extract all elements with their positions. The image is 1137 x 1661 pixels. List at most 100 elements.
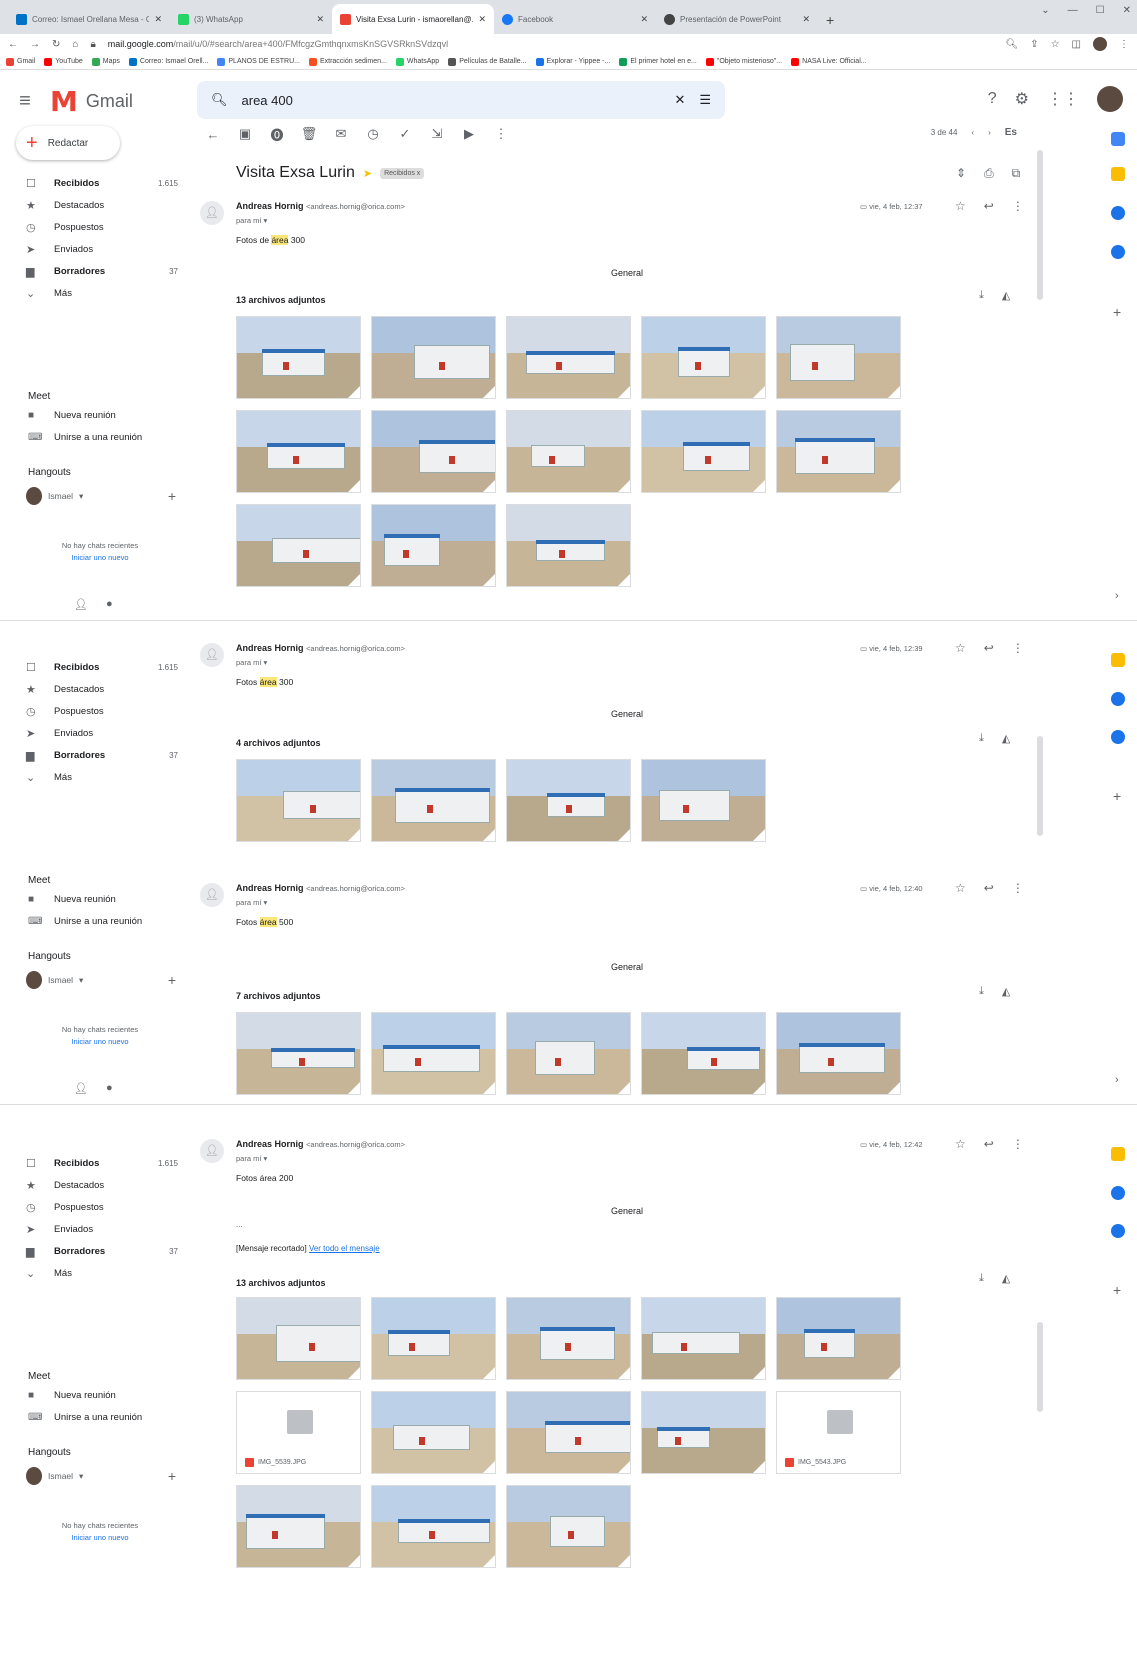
bookmark-item[interactable]: Extracción sedimen... bbox=[308, 57, 387, 66]
inbox-label-chip[interactable]: Recibidos x bbox=[380, 167, 425, 179]
bookmark-item[interactable]: Películas de Batalle... bbox=[448, 57, 527, 66]
attachment-thumbnail[interactable] bbox=[236, 410, 361, 493]
star-icon[interactable]: ☆ bbox=[955, 641, 966, 655]
tasks-icon[interactable] bbox=[1111, 692, 1125, 706]
view-entire-message-link[interactable]: Ver todo el mensaje bbox=[309, 1244, 380, 1253]
tab-search-icon[interactable]: ⌄ bbox=[1041, 5, 1049, 16]
attachment-thumbnail[interactable] bbox=[371, 410, 496, 493]
sidebar-item-borradores[interactable]: ▆ Borradores 37 bbox=[26, 744, 178, 766]
scrollbar-thumb[interactable] bbox=[1037, 150, 1043, 300]
sidebar-item-borradores[interactable]: ▆ Borradores 37 bbox=[26, 260, 178, 282]
more-icon[interactable]: ⋮ bbox=[1012, 1137, 1024, 1151]
person-icon[interactable]: 👤︎ bbox=[74, 598, 88, 611]
sidebar-item-destacados[interactable]: ★ Destacados bbox=[26, 194, 178, 216]
close-icon[interactable]: ✕ bbox=[802, 14, 810, 25]
download-all-icon[interactable]: ⤓ bbox=[979, 985, 984, 998]
scrollbar-thumb[interactable] bbox=[1037, 1322, 1043, 1412]
attachment-thumbnail[interactable] bbox=[371, 504, 496, 587]
attachment-thumbnail[interactable] bbox=[641, 1297, 766, 1380]
close-icon[interactable]: ✕ bbox=[478, 14, 486, 25]
start-chat-link[interactable]: Iniciar uno nuevo bbox=[0, 552, 200, 564]
browser-tab[interactable]: Correo: Ismael Orellana Mesa - O ✕ bbox=[8, 4, 170, 34]
keep-icon[interactable] bbox=[1111, 653, 1125, 667]
sender-line[interactable]: Andreas Hornig <andreas.hornig@orica.com… bbox=[236, 643, 405, 653]
sidebar-item-ms[interactable]: ⌄ Más bbox=[26, 1262, 178, 1284]
sender-avatar[interactable]: 👤︎ bbox=[200, 883, 224, 907]
recipient-line[interactable]: para mí ▾ bbox=[236, 658, 267, 667]
mark-unread-icon[interactable]: ✉ bbox=[325, 126, 357, 142]
zoom-icon[interactable]: 🔍︎ bbox=[1005, 39, 1018, 50]
chat-bubble-icon[interactable]: ● bbox=[106, 598, 113, 611]
attachment-thumbnail[interactable] bbox=[371, 1391, 496, 1474]
report-spam-icon[interactable]: ⓿ bbox=[261, 125, 293, 144]
bookmark-item[interactable]: WhatsApp bbox=[395, 57, 439, 66]
contacts-icon[interactable] bbox=[1111, 730, 1125, 744]
share-icon[interactable]: ⇪ bbox=[1030, 39, 1038, 50]
hangouts-user[interactable]: Ismael ▾ + bbox=[26, 487, 176, 505]
help-icon[interactable]: ? bbox=[988, 90, 997, 108]
sidebar-item-borradores[interactable]: ▆ Borradores 37 bbox=[26, 1240, 178, 1262]
bookmark-item[interactable]: Maps bbox=[91, 57, 120, 66]
contacts-icon[interactable] bbox=[1111, 1224, 1125, 1238]
attachment-thumbnail[interactable] bbox=[236, 1012, 361, 1095]
person-icon[interactable]: 👤︎ bbox=[74, 1082, 88, 1095]
new-window-icon[interactable]: ⧉ bbox=[1012, 166, 1021, 181]
sidebar-item-ms[interactable]: ⌄ Más bbox=[26, 282, 178, 304]
sidebar-item-pospuestos[interactable]: ◷ Pospuestos bbox=[26, 216, 178, 238]
sender-avatar[interactable]: 👤︎ bbox=[200, 643, 224, 667]
sender-avatar[interactable]: 👤︎ bbox=[200, 201, 224, 225]
attachment-thumbnail[interactable] bbox=[506, 316, 631, 399]
settings-gear-icon[interactable]: ⚙ bbox=[1015, 89, 1029, 109]
sidebar-item-pospuestos[interactable]: ◷ Pospuestos bbox=[26, 700, 178, 722]
reply-icon[interactable]: ↩ bbox=[984, 641, 994, 655]
add-task-icon[interactable]: ✓ bbox=[389, 126, 421, 142]
keep-icon[interactable] bbox=[1111, 1147, 1125, 1161]
add-addon-icon[interactable]: + bbox=[1113, 1282, 1121, 1298]
back-arrow-icon[interactable]: ← bbox=[197, 127, 229, 142]
close-icon[interactable]: ✕ bbox=[154, 14, 162, 25]
sidebar-item-ms[interactable]: ⌄ Más bbox=[26, 766, 178, 788]
apps-grid-icon[interactable]: ⋮⋮ bbox=[1047, 89, 1079, 109]
recipient-line[interactable]: para mí ▾ bbox=[236, 1154, 267, 1163]
search-bar[interactable]: 🔍︎ area 400 ✕ ☰ bbox=[197, 81, 725, 119]
add-addon-icon[interactable]: + bbox=[1113, 788, 1121, 804]
download-all-icon[interactable]: ⤓ bbox=[979, 289, 984, 302]
tasks-icon[interactable] bbox=[1111, 1186, 1125, 1200]
start-chat-link[interactable]: Iniciar uno nuevo bbox=[0, 1036, 200, 1048]
sidebar-item-enviados[interactable]: ➤ Enviados bbox=[26, 238, 178, 260]
star-icon[interactable]: ☆ bbox=[955, 881, 966, 895]
sidebar-item-destacados[interactable]: ★ Destacados bbox=[26, 1174, 178, 1196]
input-tools-lang[interactable]: Es bbox=[1005, 127, 1017, 138]
attachment-thumbnail[interactable] bbox=[371, 316, 496, 399]
join-meeting-link[interactable]: ⌨ Unirse a una reunión bbox=[28, 916, 142, 927]
bookmark-item[interactable]: El primer hotel en e... bbox=[619, 57, 697, 66]
maximize-icon[interactable]: ☐ bbox=[1096, 5, 1105, 16]
browser-tab[interactable]: Facebook ✕ bbox=[494, 4, 656, 34]
attachment-thumbnail[interactable] bbox=[371, 1485, 496, 1568]
sender-avatar[interactable]: 👤︎ bbox=[200, 1139, 224, 1163]
attachment-thumbnail[interactable] bbox=[236, 1485, 361, 1568]
clear-search-icon[interactable]: ✕ bbox=[674, 92, 685, 108]
add-chat-icon[interactable]: + bbox=[168, 1468, 176, 1484]
more-icon[interactable]: ⋮ bbox=[1012, 199, 1024, 213]
add-to-drive-icon[interactable]: ◭ bbox=[1002, 1272, 1010, 1285]
scrollbar-thumb[interactable] bbox=[1037, 736, 1043, 836]
attachment-thumbnail[interactable] bbox=[236, 316, 361, 399]
attachment-thumbnail[interactable] bbox=[776, 1297, 901, 1380]
add-to-drive-icon[interactable]: ◭ bbox=[1002, 289, 1010, 302]
add-to-drive-icon[interactable]: ◭ bbox=[1002, 732, 1010, 745]
close-icon[interactable]: ✕ bbox=[316, 14, 324, 25]
profile-icon[interactable] bbox=[1093, 37, 1107, 51]
sidebar-item-enviados[interactable]: ➤ Enviados bbox=[26, 722, 178, 744]
download-all-icon[interactable]: ⤓ bbox=[979, 732, 984, 745]
attachment-thumbnail[interactable] bbox=[236, 1297, 361, 1380]
hamburger-menu-icon[interactable]: ≡ bbox=[0, 90, 50, 113]
attachment-thumbnail[interactable] bbox=[776, 1012, 901, 1095]
bookmark-item[interactable]: PLANOS DE ESTRU... bbox=[217, 57, 300, 66]
trimmed-ellipsis[interactable]: ... bbox=[236, 1220, 243, 1229]
attachment-thumbnail[interactable] bbox=[506, 1297, 631, 1380]
attachment-thumbnail[interactable] bbox=[776, 316, 901, 399]
attachment-thumbnail[interactable] bbox=[641, 1391, 766, 1474]
calendar-icon[interactable] bbox=[1111, 132, 1125, 146]
more-icon[interactable]: ⋮ bbox=[1012, 641, 1024, 655]
